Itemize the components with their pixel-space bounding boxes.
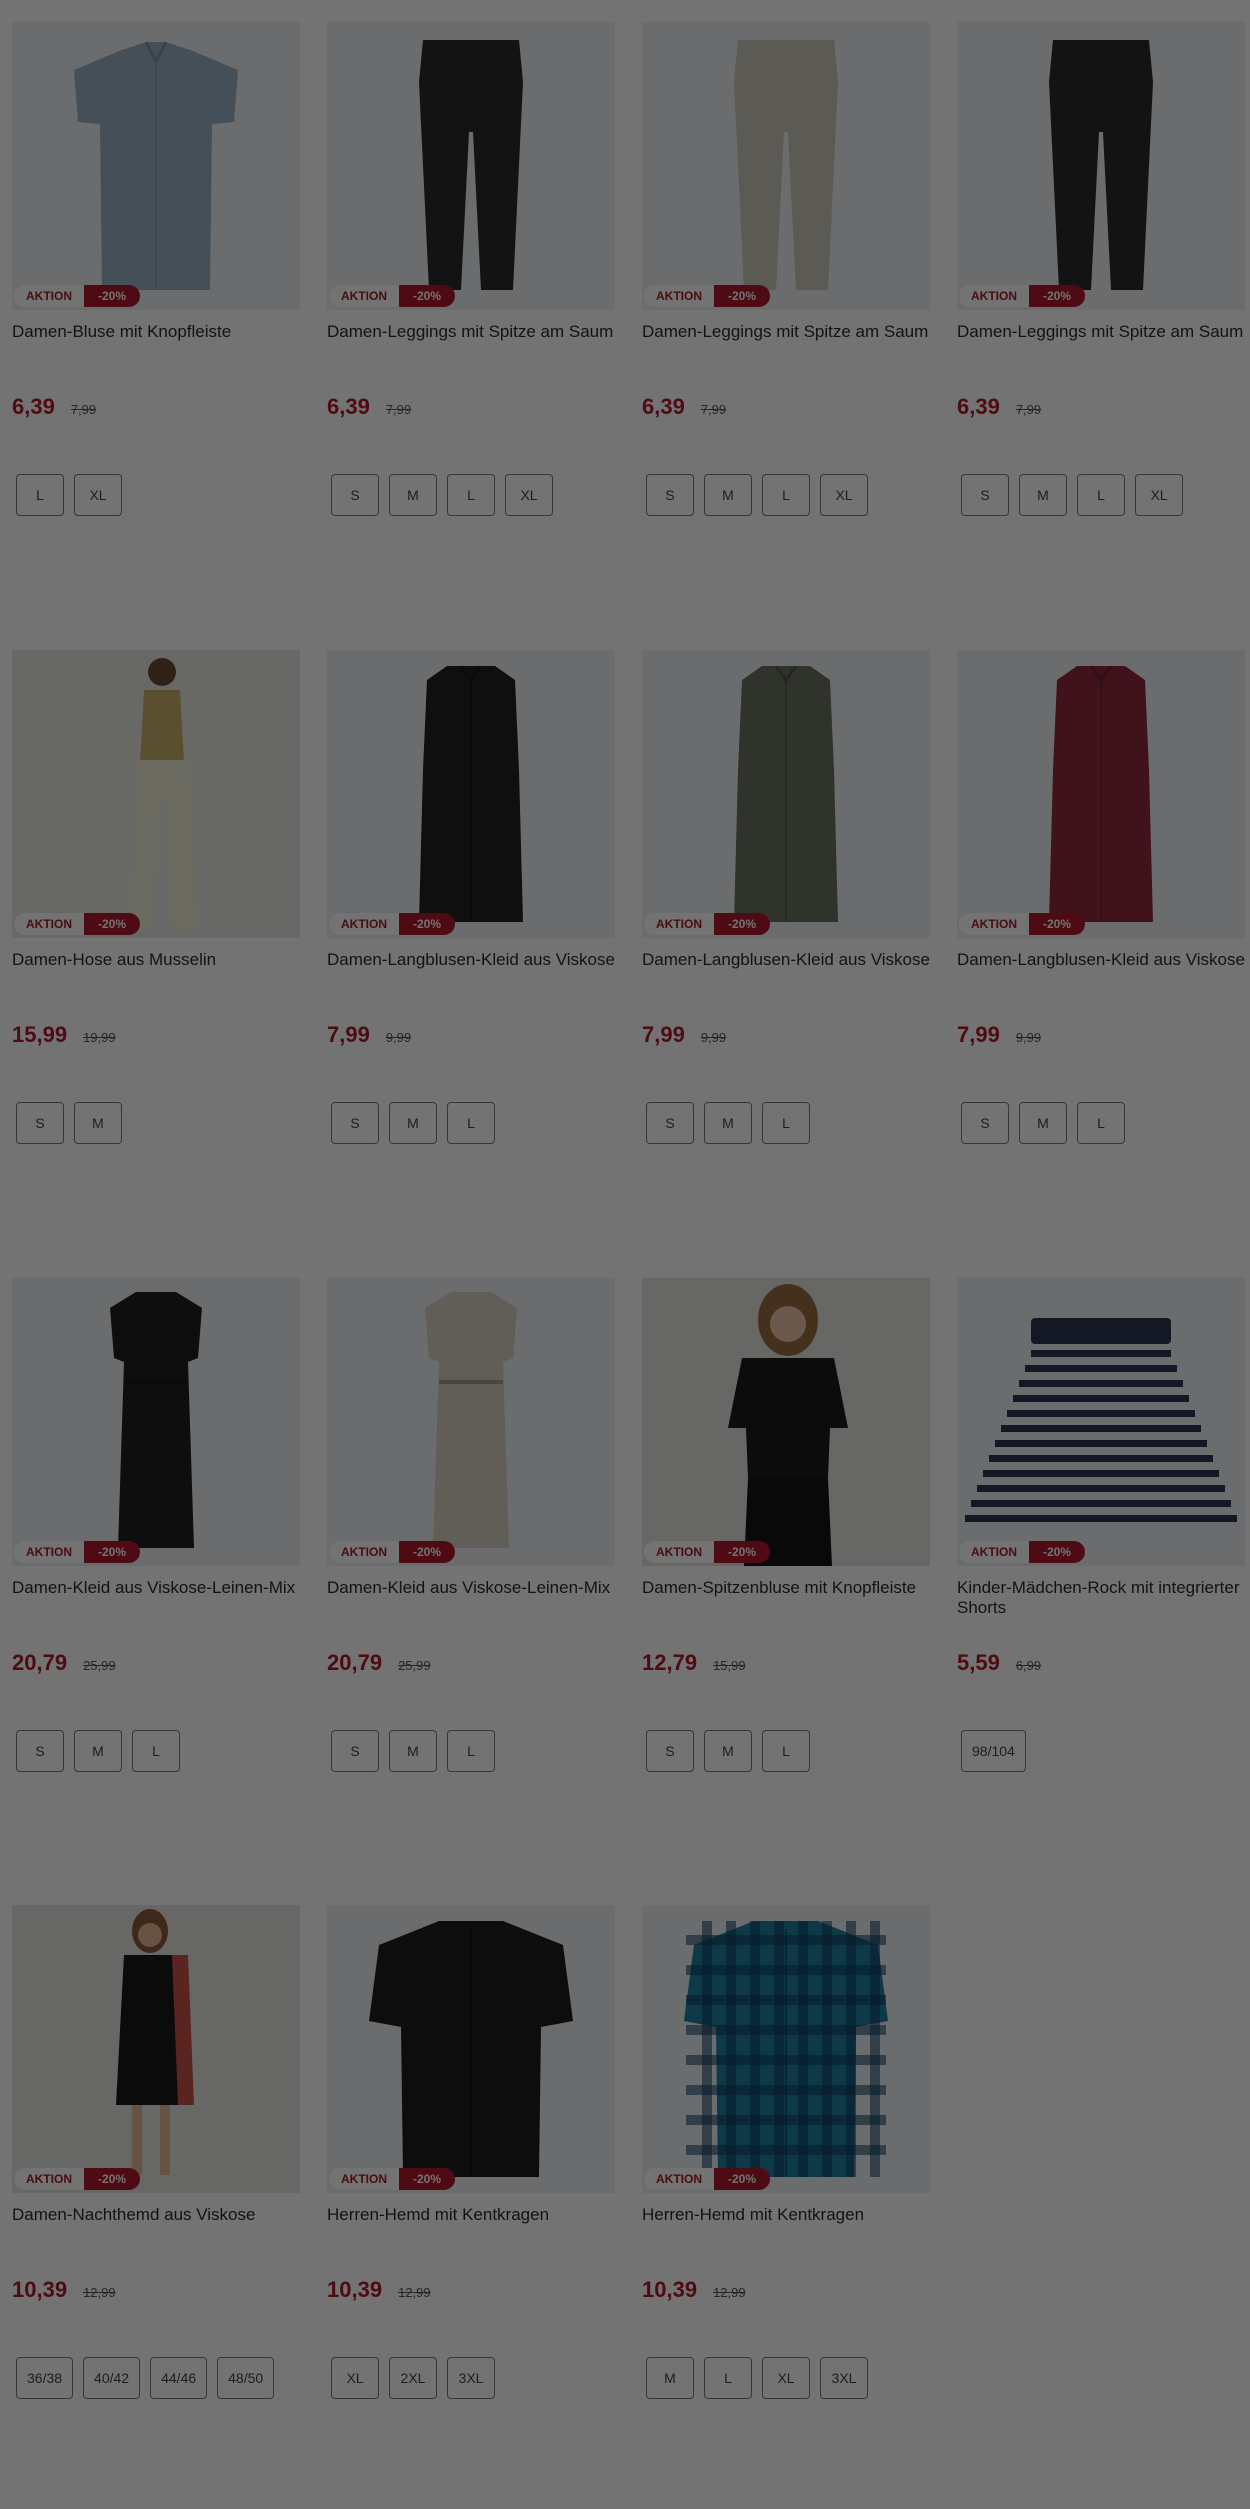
- modal-backdrop-overlay[interactable]: [0, 0, 1250, 2509]
